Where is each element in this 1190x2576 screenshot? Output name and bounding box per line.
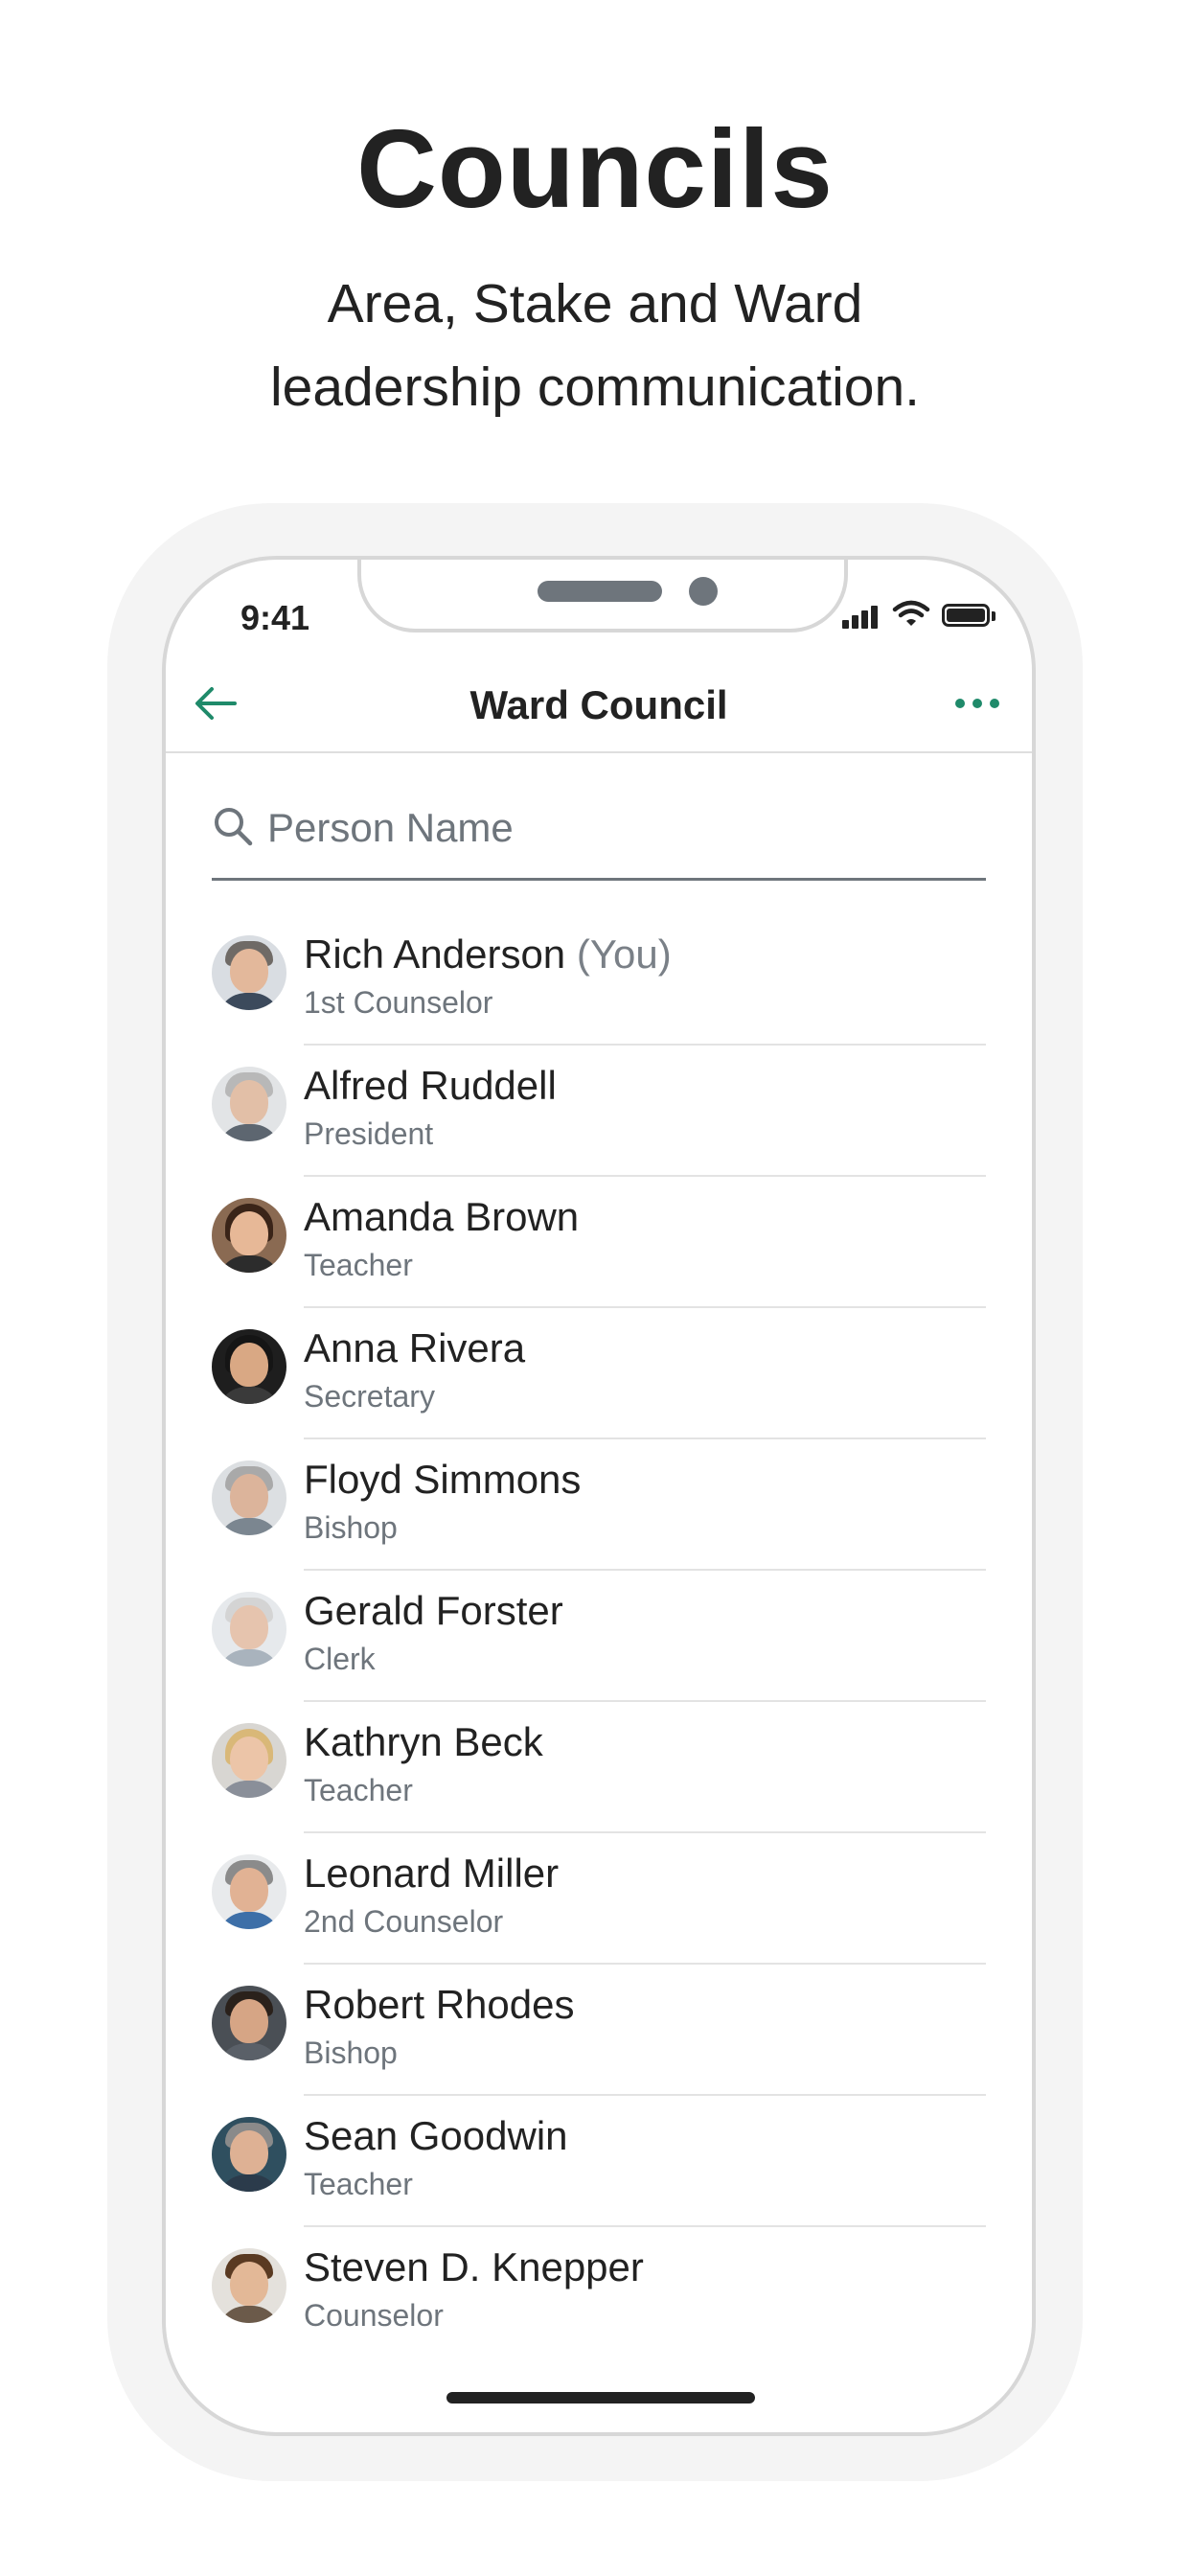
hero-title: Councils	[356, 106, 834, 231]
person-role: Secretary	[304, 1379, 435, 1414]
status-time: 9:41	[240, 598, 310, 637]
wifi-icon	[892, 600, 930, 626]
phone-screen: 9:41 Ward Council Person Name Rich Ander…	[162, 556, 1036, 2436]
you-tag: (You)	[576, 932, 672, 977]
avatar	[212, 1460, 286, 1535]
list-item[interactable]: Sean Goodwin Teacher	[212, 2094, 986, 2227]
home-indicator[interactable]	[446, 2392, 755, 2404]
navigation-bar: Ward Council	[166, 656, 1032, 753]
person-role: 1st Counselor	[304, 985, 493, 1020]
avatar	[212, 1067, 286, 1141]
person-name: Alfred Ruddell	[304, 1063, 557, 1108]
list-item[interactable]: Amanda Brown Teacher	[212, 1175, 986, 1308]
more-horizontal-icon[interactable]	[951, 688, 1005, 717]
person-name: Kathryn Beck	[304, 1719, 543, 1764]
list-item[interactable]: Kathryn Beck Teacher	[212, 1700, 986, 1833]
list-item[interactable]: Gerald Forster Clerk	[212, 1569, 986, 1702]
person-role: 2nd Counselor	[304, 1904, 504, 1939]
avatar	[212, 2248, 286, 2323]
avatar	[212, 1723, 286, 1798]
people-list: Rich Anderson (You) 1st Counselor Alfred…	[212, 912, 986, 2357]
person-name: Gerald Forster	[304, 1588, 563, 1633]
list-item[interactable]: Floyd Simmons Bishop	[212, 1438, 986, 1571]
list-item[interactable]: Robert Rhodes Bishop	[212, 1963, 986, 2096]
list-item[interactable]: Steven D. Knepper Counselor	[212, 2225, 986, 2357]
avatar	[212, 935, 286, 1010]
hero-subtitle-line-2: leadership communication.	[269, 356, 921, 418]
front-camera	[689, 577, 718, 606]
search-input[interactable]	[265, 801, 978, 855]
person-name: Steven D. Knepper	[304, 2244, 644, 2289]
avatar	[212, 2117, 286, 2192]
status-icons	[842, 600, 995, 629]
person-name: Leonard Miller	[304, 1851, 560, 1896]
battery-icon	[942, 604, 990, 627]
person-name: Robert Rhodes	[304, 1982, 575, 2027]
search-bar	[212, 790, 986, 881]
person-name: Rich Anderson (You)	[304, 932, 672, 977]
person-role: President	[304, 1116, 434, 1151]
person-role: Clerk	[304, 1642, 376, 1676]
page-title: Ward Council	[469, 682, 728, 727]
avatar	[212, 1198, 286, 1273]
search-icon	[215, 808, 253, 846]
person-role: Teacher	[304, 1773, 413, 1807]
person-role: Teacher	[304, 2167, 413, 2201]
person-role: Counselor	[304, 2298, 444, 2333]
person-name: Amanda Brown	[304, 1194, 580, 1239]
person-role: Bishop	[304, 2036, 398, 2070]
avatar	[212, 1854, 286, 1929]
avatar	[212, 1592, 286, 1667]
hero-subtitle: Area, Stake and Ward leadership communic…	[0, 263, 1190, 429]
person-role: Teacher	[304, 1248, 413, 1282]
hero-subtitle-line-1: Area, Stake and Ward	[327, 273, 863, 334]
person-role: Bishop	[304, 1510, 398, 1545]
list-item[interactable]: Leonard Miller 2nd Counselor	[212, 1831, 986, 1965]
person-name: Floyd Simmons	[304, 1457, 582, 1502]
avatar	[212, 1986, 286, 2060]
list-item[interactable]: Rich Anderson (You) 1st Counselor	[212, 912, 986, 1046]
list-item[interactable]: Alfred Ruddell President	[212, 1044, 986, 1177]
list-item[interactable]: Anna Rivera Secretary	[212, 1306, 986, 1439]
speaker-grille	[538, 581, 662, 602]
person-name: Sean Goodwin	[304, 2113, 568, 2158]
avatar	[212, 1329, 286, 1404]
person-name: Anna Rivera	[304, 1325, 526, 1370]
